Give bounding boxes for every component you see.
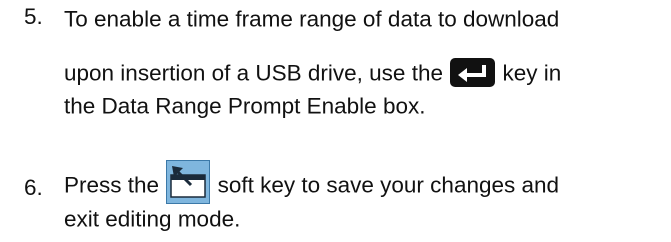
save-exit-soft-key-icon [166,160,211,204]
step-number: 5. [24,4,43,29]
step-text: key in [502,60,562,86]
step-text-line: exit editing mode. [64,204,240,233]
step-text: To enable a time frame range of data to … [64,6,560,32]
step-number: 6. [24,175,43,200]
step-text: exit editing mode. [64,206,241,232]
step-text: upon insertion of a USB drive, use the [64,60,443,86]
step-text-line: Press the soft key to save your changes … [64,160,560,207]
step-text-line: upon insertion of a USB drive, use the k… [64,57,562,88]
enter-key-icon [450,57,496,87]
step-text-line: To enable a time frame range of data to … [64,4,559,33]
step-text: soft key to save your changes and [217,172,560,198]
step-text: the Data Range Prompt Enable box. [64,93,426,119]
step-text-line: the Data Range Prompt Enable box. [64,91,425,120]
step-text: Press the [64,172,160,198]
